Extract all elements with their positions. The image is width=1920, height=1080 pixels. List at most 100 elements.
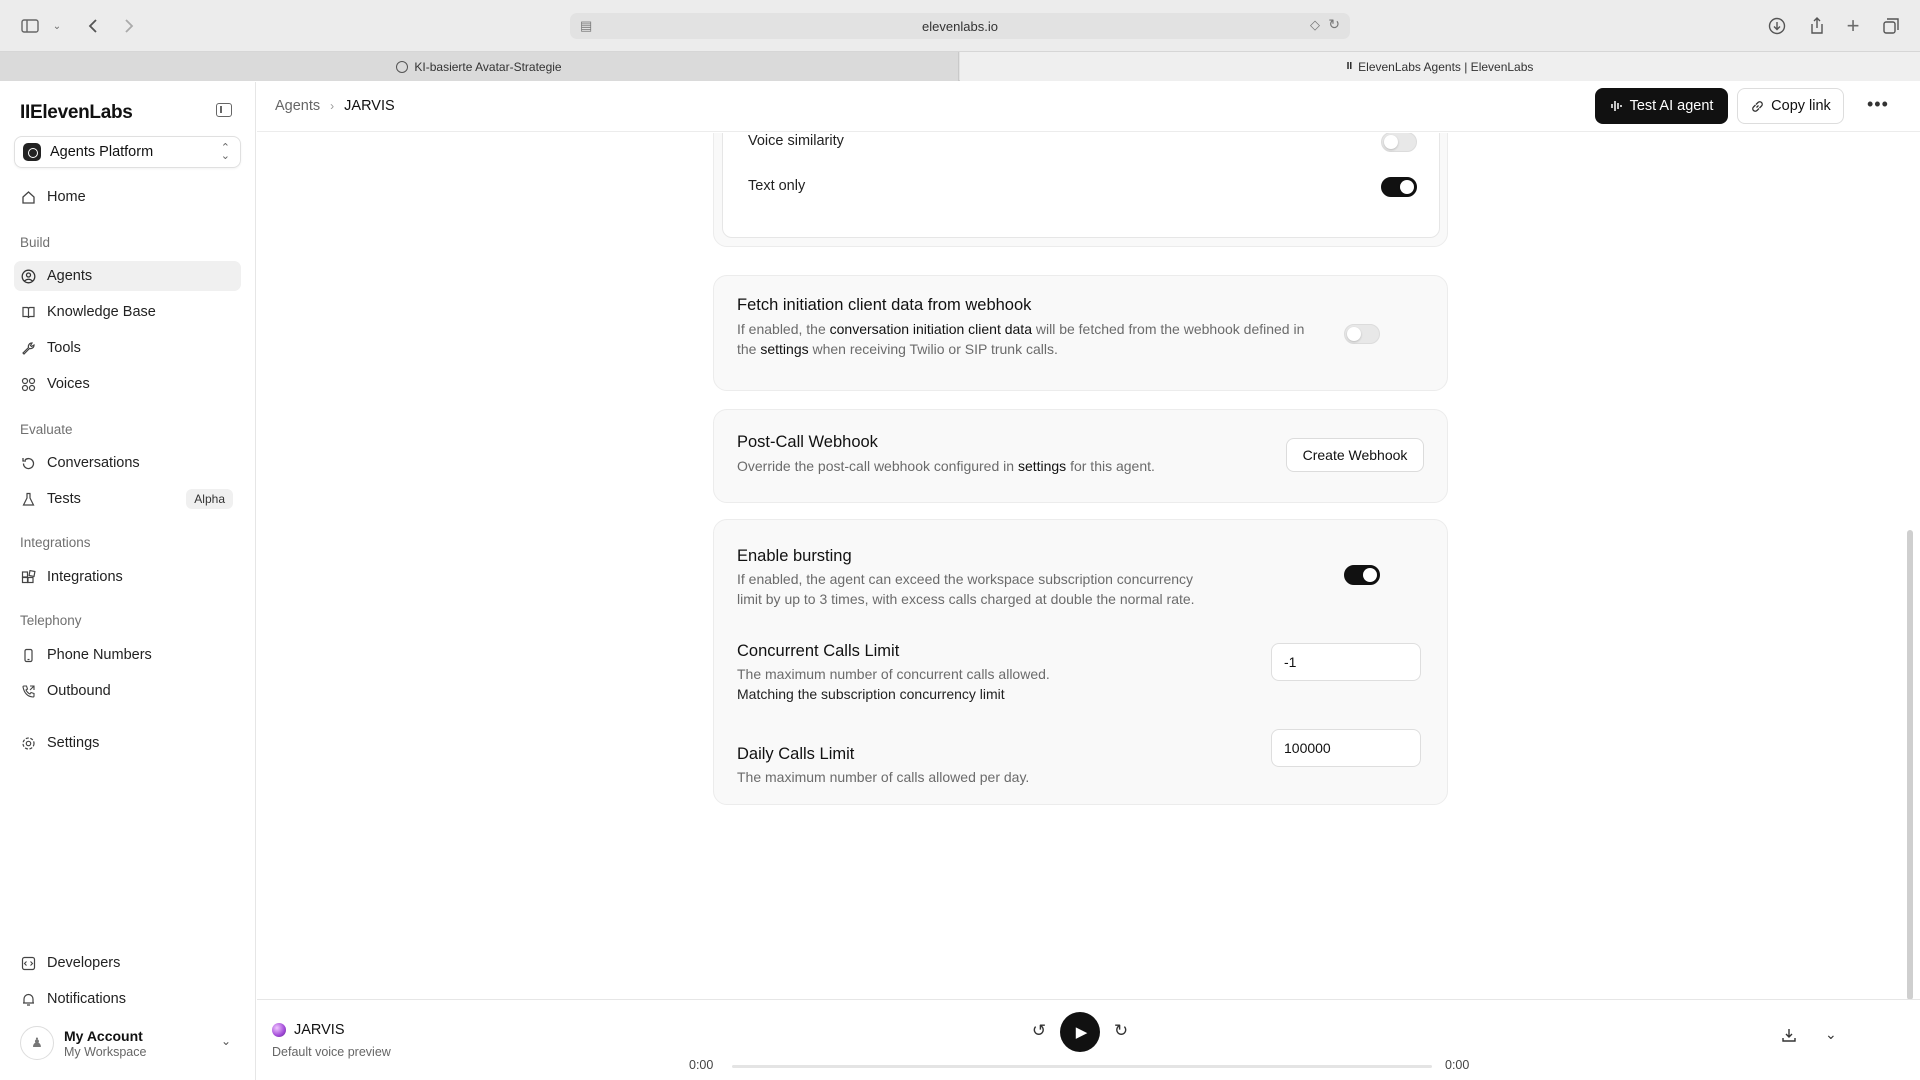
account-menu[interactable]: ♟ My Account My Workspace ⌄	[14, 1020, 241, 1066]
enable-bursting-toggle[interactable]	[1344, 565, 1380, 585]
voices-grid-icon	[20, 376, 36, 392]
sidebar-item-label: Outbound	[47, 683, 111, 699]
sidebar-item-outbound[interactable]: Outbound	[14, 676, 241, 706]
daily-calls-title: Daily Calls Limit	[737, 745, 855, 763]
post-call-description: Override the post-call webhook configure…	[737, 458, 1155, 474]
sidebar-item-voices[interactable]: Voices	[14, 369, 241, 399]
play-button[interactable]: ▶	[1060, 1012, 1100, 1052]
tab-overview-icon[interactable]	[1880, 14, 1902, 38]
concurrent-calls-note: Matching the subscription concurrency li…	[737, 686, 1005, 702]
elevenlabs-logo[interactable]: IIElevenLabs	[20, 102, 133, 124]
concurrent-calls-title: Concurrent Calls Limit	[737, 642, 900, 660]
phone-outgoing-icon	[20, 683, 36, 699]
reload-icon[interactable]: ↻	[1328, 16, 1340, 33]
workspace-name: My Workspace	[64, 1044, 147, 1059]
share-icon[interactable]	[1806, 14, 1828, 38]
sidebar-item-tests[interactable]: Tests Alpha	[14, 484, 241, 514]
voice-similarity-toggle[interactable]	[1381, 133, 1417, 152]
text-only-toggle[interactable]	[1381, 177, 1417, 197]
download-icon[interactable]	[1781, 1027, 1797, 1048]
test-ai-agent-button[interactable]: Test AI agent	[1595, 88, 1728, 124]
sidebar-item-tools[interactable]: Tools	[14, 333, 241, 363]
player-voice-name: JARVIS	[294, 1022, 345, 1038]
sidebar-item-developers[interactable]: Developers	[14, 948, 241, 978]
button-label: Test AI agent	[1629, 98, 1714, 114]
daily-calls-description: The maximum number of calls allowed per …	[737, 769, 1030, 785]
page-settings-icon[interactable]: ▤	[580, 18, 592, 34]
fetch-initiation-description: If enabled, the conversation initiation …	[737, 321, 1305, 357]
conversation-initiation-link[interactable]: conversation initiation client data	[830, 321, 1032, 337]
sidebar-item-label: Notifications	[47, 991, 126, 1007]
page-scrollbar[interactable]	[1907, 530, 1913, 1000]
platform-switcher[interactable]: Agents Platform ⌃ ⌄	[14, 136, 241, 168]
sidebar-item-home[interactable]: Home	[14, 182, 241, 212]
openai-icon	[396, 60, 409, 73]
card-post-call-webhook: Post-Call Webhook Override the post-call…	[713, 409, 1448, 503]
tab-label: KI-basierte Avatar-Strategie	[414, 59, 562, 74]
total-time: 0:00	[1445, 1058, 1470, 1072]
collapse-sidebar-icon[interactable]	[216, 103, 232, 117]
rewind-10-icon[interactable]: ↺	[1027, 1021, 1051, 1045]
sidebar: IIElevenLabs Agents Platform ⌃ ⌄ Home Bui…	[0, 82, 256, 1080]
forward-10-icon[interactable]: ↻	[1109, 1021, 1133, 1045]
sidebar-item-integrations[interactable]: Integrations	[14, 562, 241, 592]
create-webhook-button[interactable]: Create Webhook	[1286, 438, 1424, 472]
avatar: ♟	[20, 1026, 54, 1060]
bell-icon	[20, 991, 36, 1007]
main-content: Voice similarity Text only Fetch initiat…	[257, 133, 1905, 999]
phone-icon	[20, 647, 36, 663]
chevron-down-icon[interactable]: ⌄	[1825, 1026, 1837, 1043]
fetch-initiation-toggle[interactable]	[1344, 324, 1380, 344]
progress-bar[interactable]	[732, 1065, 1432, 1068]
address-bar[interactable]: ▤ elevenlabs.io ◇ ↻	[570, 13, 1350, 39]
translate-icon[interactable]: ◇	[1310, 17, 1320, 33]
sidebar-item-label: Tools	[47, 340, 81, 356]
settings-link[interactable]: settings	[760, 341, 808, 357]
tab-elevenlabs-agents[interactable]: II ElevenLabs Agents | ElevenLabs	[960, 52, 1920, 81]
current-time: 0:00	[689, 1058, 714, 1072]
breadcrumb-agents[interactable]: Agents	[275, 98, 320, 114]
sidebar-item-phone-numbers[interactable]: Phone Numbers	[14, 640, 241, 670]
section-integrations: Integrations	[20, 535, 91, 550]
downloads-icon[interactable]	[1766, 14, 1788, 38]
voice-orb-icon	[272, 1023, 286, 1037]
sidebar-item-knowledge-base[interactable]: Knowledge Base	[14, 297, 241, 327]
agents-platform-icon	[23, 143, 41, 161]
sidebar-item-agents[interactable]: Agents	[14, 261, 241, 291]
player-subtitle: Default voice preview	[272, 1045, 391, 1059]
link-icon	[1752, 100, 1763, 112]
section-build: Build	[20, 235, 51, 250]
copy-link-button[interactable]: Copy link	[1737, 88, 1844, 124]
sidebar-item-settings[interactable]: Settings	[14, 728, 241, 758]
sidebar-item-label: Conversations	[47, 455, 140, 471]
sidebar-item-notifications[interactable]: Notifications	[14, 984, 241, 1014]
concurrent-calls-input[interactable]	[1271, 643, 1421, 681]
new-tab-icon[interactable]: +	[1842, 13, 1864, 38]
more-options-icon[interactable]: •••	[1867, 94, 1889, 115]
platform-label: Agents Platform	[50, 144, 154, 160]
tab-avatar-strategy[interactable]: KI-basierte Avatar-Strategie	[0, 52, 959, 81]
chevron-down-icon[interactable]: ⌄	[50, 14, 64, 38]
sidebar-toggle-icon[interactable]	[18, 14, 42, 38]
chevron-down-icon: ⌄	[220, 1034, 231, 1048]
sidebar-item-conversations[interactable]: Conversations	[14, 448, 241, 478]
concurrent-calls-description: The maximum number of concurrent calls a…	[737, 666, 1050, 682]
forward-arrow-icon[interactable]	[118, 14, 140, 38]
sidebar-item-label: Developers	[47, 955, 121, 971]
sidebar-item-label: Agents	[47, 268, 93, 284]
tab-label: ElevenLabs Agents | ElevenLabs	[1358, 59, 1534, 74]
sidebar-item-label: Settings	[47, 735, 100, 751]
book-icon	[20, 304, 36, 320]
enable-bursting-title: Enable bursting	[737, 547, 852, 565]
daily-calls-input[interactable]	[1271, 729, 1421, 767]
gear-icon	[20, 735, 36, 751]
alpha-badge: Alpha	[186, 489, 233, 509]
settings-link[interactable]: settings	[1018, 458, 1066, 474]
inner-settings-panel: Voice similarity Text only	[722, 133, 1440, 238]
enable-bursting-description: If enabled, the agent can exceed the wor…	[737, 571, 1195, 607]
sidebar-item-label: Phone Numbers	[47, 647, 152, 663]
back-arrow-icon[interactable]	[82, 14, 104, 38]
url-text: elevenlabs.io	[922, 18, 998, 34]
page-header: Agents › JARVIS Test AI agent Copy link …	[257, 82, 1920, 132]
browser-toolbar: ⌄ ▤ elevenlabs.io ◇ ↻ +	[0, 0, 1920, 52]
